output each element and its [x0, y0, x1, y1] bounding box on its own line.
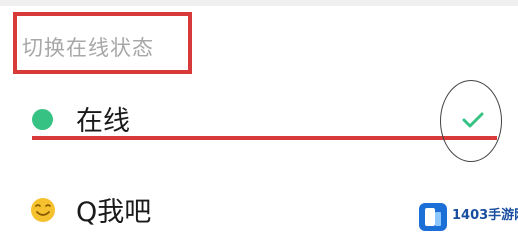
top-divider	[0, 0, 518, 6]
status-label-q-me: Q我吧	[76, 197, 152, 228]
smiley-face-icon	[31, 198, 55, 222]
annotation-underline	[32, 136, 497, 140]
checkmark-icon	[462, 112, 484, 128]
watermark-text: 1403手游网	[452, 208, 518, 223]
status-label-online: 在线	[76, 106, 130, 137]
green-dot-icon	[32, 109, 53, 130]
watermark: 1403手游网	[414, 200, 518, 240]
section-title: 切换在线状态	[22, 36, 154, 60]
site-logo-icon	[419, 203, 447, 231]
